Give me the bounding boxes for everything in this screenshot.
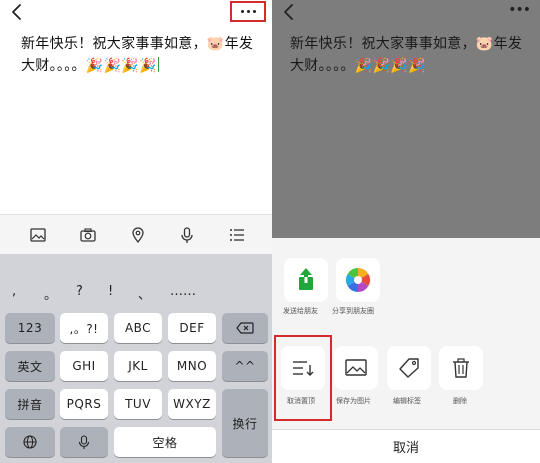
- microphone-icon: [78, 434, 90, 449]
- note-text: 新年快乐！祝大家事事如意，🐷年发大财。。。。🎉🎉🎉🎉: [21, 36, 254, 74]
- candidate-enumeration-comma[interactable]: 、: [138, 284, 151, 303]
- globe-icon: [23, 435, 37, 449]
- action-sheet: 发送给朋友 分享到朋友圈 取消置顶 保存为图片 编辑标签 删除 取消: [272, 238, 540, 463]
- more-options-button[interactable]: [230, 1, 266, 22]
- share-sheet-screen: ••• 新年快乐！祝大家事事如意，🐷年发大财。。。。🎉🎉🎉🎉 发送给朋友 分享到…: [272, 0, 540, 463]
- key-mno[interactable]: MNO: [168, 351, 216, 381]
- edit-tags-button[interactable]: [387, 346, 431, 390]
- key-jkl[interactable]: JKL: [114, 351, 162, 381]
- send-to-friend-button[interactable]: [284, 258, 328, 302]
- back-icon[interactable]: [8, 2, 26, 22]
- share-to-moments-label: 分享到朋友圈: [332, 307, 374, 315]
- key-pinyin[interactable]: 拼音: [5, 389, 55, 419]
- key-space[interactable]: 空格: [114, 427, 216, 457]
- tag-icon: [399, 358, 419, 378]
- note-content: 新年快乐！祝大家事事如意，🐷年发大财。。。。🎉🎉🎉🎉: [290, 36, 523, 74]
- more-dot: [240, 10, 244, 13]
- image-icon: [345, 359, 367, 376]
- camera-icon[interactable]: [78, 225, 98, 245]
- key-english[interactable]: 英文: [5, 351, 55, 381]
- backspace-icon: [236, 322, 254, 334]
- list-icon[interactable]: [227, 225, 247, 245]
- candidate-bar: , 。 ? ! 、 ……: [0, 254, 272, 306]
- cancel-button[interactable]: 取消: [272, 430, 540, 463]
- candidate-question[interactable]: ?: [76, 284, 83, 299]
- delete-label: 删除: [453, 397, 467, 405]
- note-editor-screen: 新年快乐！祝大家事事如意，🐷年发大财。。。。🎉🎉🎉🎉 , 。 ? ! 、 …… …: [0, 0, 272, 463]
- unpin-list-icon: [293, 361, 314, 376]
- microphone-icon[interactable]: [177, 225, 197, 245]
- key-123[interactable]: 123: [5, 313, 55, 343]
- more-dot: [252, 10, 256, 13]
- unpin-button[interactable]: [281, 346, 325, 390]
- key-tuv[interactable]: TUV: [114, 389, 162, 419]
- unpin-label: 取消置顶: [287, 397, 315, 405]
- note-content[interactable]: 新年快乐！祝大家事事如意，🐷年发大财。。。。🎉🎉🎉🎉: [21, 33, 261, 77]
- trash-icon: [453, 358, 469, 378]
- key-def[interactable]: DEF: [168, 313, 216, 343]
- delete-button[interactable]: [439, 346, 483, 390]
- pinyin-keyboard: , 。 ? ! 、 …… 123 ,。?! ABC DEF 英文 GHI JKL…: [0, 254, 272, 463]
- location-icon[interactable]: [128, 225, 148, 245]
- key-wxyz[interactable]: WXYZ: [168, 389, 216, 419]
- key-backspace[interactable]: [222, 313, 268, 343]
- key-emoticon[interactable]: ^^: [222, 351, 268, 381]
- editor-toolbar: [0, 214, 272, 254]
- save-as-image-button[interactable]: [334, 346, 378, 390]
- edit-tags-label: 编辑标签: [393, 397, 421, 405]
- send-to-friend-label: 发送给朋友: [283, 307, 318, 315]
- save-as-image-label: 保存为图片: [336, 397, 371, 405]
- candidate-ellipsis[interactable]: ……: [170, 284, 196, 299]
- share-to-moments-button[interactable]: [336, 258, 380, 302]
- image-icon[interactable]: [28, 225, 48, 245]
- more-options-icon: •••: [508, 2, 531, 18]
- text-cursor: [157, 57, 159, 72]
- share-arrow-icon: [299, 268, 313, 290]
- candidate-exclamation[interactable]: !: [108, 284, 113, 299]
- key-abc[interactable]: ABC: [114, 313, 162, 343]
- key-globe[interactable]: [5, 427, 55, 457]
- key-ghi[interactable]: GHI: [60, 351, 108, 381]
- key-voice[interactable]: [60, 427, 108, 457]
- moments-aperture-icon: [345, 268, 371, 292]
- back-icon: [284, 4, 293, 20]
- more-dot: [246, 10, 250, 13]
- key-newline[interactable]: 换行: [222, 389, 268, 457]
- candidate-period[interactable]: 。: [44, 284, 57, 303]
- key-punctuation[interactable]: ,。?!: [60, 313, 108, 343]
- candidate-comma[interactable]: ,: [12, 284, 16, 299]
- key-pqrs[interactable]: PQRS: [60, 389, 108, 419]
- top-bar: [0, 0, 272, 26]
